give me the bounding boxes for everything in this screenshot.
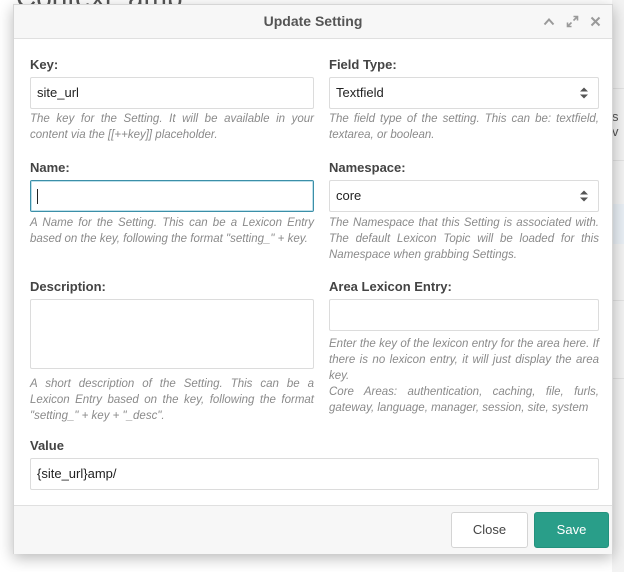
namespace-label: Namespace: [329, 160, 406, 175]
description-hint: A short description of the Setting. This… [30, 378, 314, 422]
update-setting-dialog: Update Setting Key: site_url The key for… [13, 4, 613, 554]
field-type-label: Field Type: [329, 57, 397, 72]
namespace-value: core [336, 188, 362, 203]
dialog-header[interactable]: Update Setting [14, 5, 612, 39]
select-arrows-icon [580, 190, 588, 202]
background-divider [612, 300, 624, 301]
key-label: Key: [30, 57, 59, 72]
area-hint: Enter the key of the lexicon entry for t… [329, 338, 599, 382]
field-type-hint: The field type of the setting. This can … [329, 113, 599, 141]
namespace-hint: The Namespace that this Setting is assoc… [329, 217, 599, 261]
area-label: Area Lexicon Entry: [329, 279, 452, 294]
value-input[interactable]: {site_url}amp/ [30, 458, 599, 490]
description-textarea[interactable] [30, 299, 314, 369]
close-icon[interactable] [588, 15, 602, 29]
close-button[interactable]: Close [451, 512, 528, 548]
background-selected-row [612, 204, 624, 244]
background-divider [612, 160, 624, 161]
name-label: Name: [30, 160, 70, 175]
dialog-footer: Close Save [14, 505, 612, 554]
field-type-select[interactable]: Textfield [329, 77, 599, 109]
description-label: Description: [30, 279, 106, 294]
collapse-icon[interactable] [542, 15, 556, 29]
key-input[interactable]: site_url [30, 77, 314, 109]
background-divider [612, 88, 624, 89]
dialog-tools [542, 5, 602, 38]
dialog-title: Update Setting [263, 13, 363, 29]
dialog-body: Key: site_url The key for the Setting. I… [14, 39, 612, 503]
name-input[interactable] [30, 180, 314, 212]
background-panel [612, 0, 624, 572]
area-input[interactable] [329, 299, 599, 331]
namespace-select[interactable]: core [329, 180, 599, 212]
value-label: Value [30, 438, 64, 453]
area-core-hint: Core Areas: authentication, caching, fil… [329, 386, 599, 414]
background-divider [612, 378, 624, 379]
field-type-value: Textfield [336, 85, 384, 100]
text-caret [37, 189, 38, 205]
key-hint: The key for the Setting. It will be avai… [30, 113, 314, 141]
save-button[interactable]: Save [534, 512, 609, 548]
select-arrows-icon [580, 87, 588, 99]
background-text: s v [612, 109, 619, 139]
expand-icon[interactable] [565, 15, 579, 29]
name-hint: A Name for the Setting. This can be a Le… [30, 217, 314, 245]
